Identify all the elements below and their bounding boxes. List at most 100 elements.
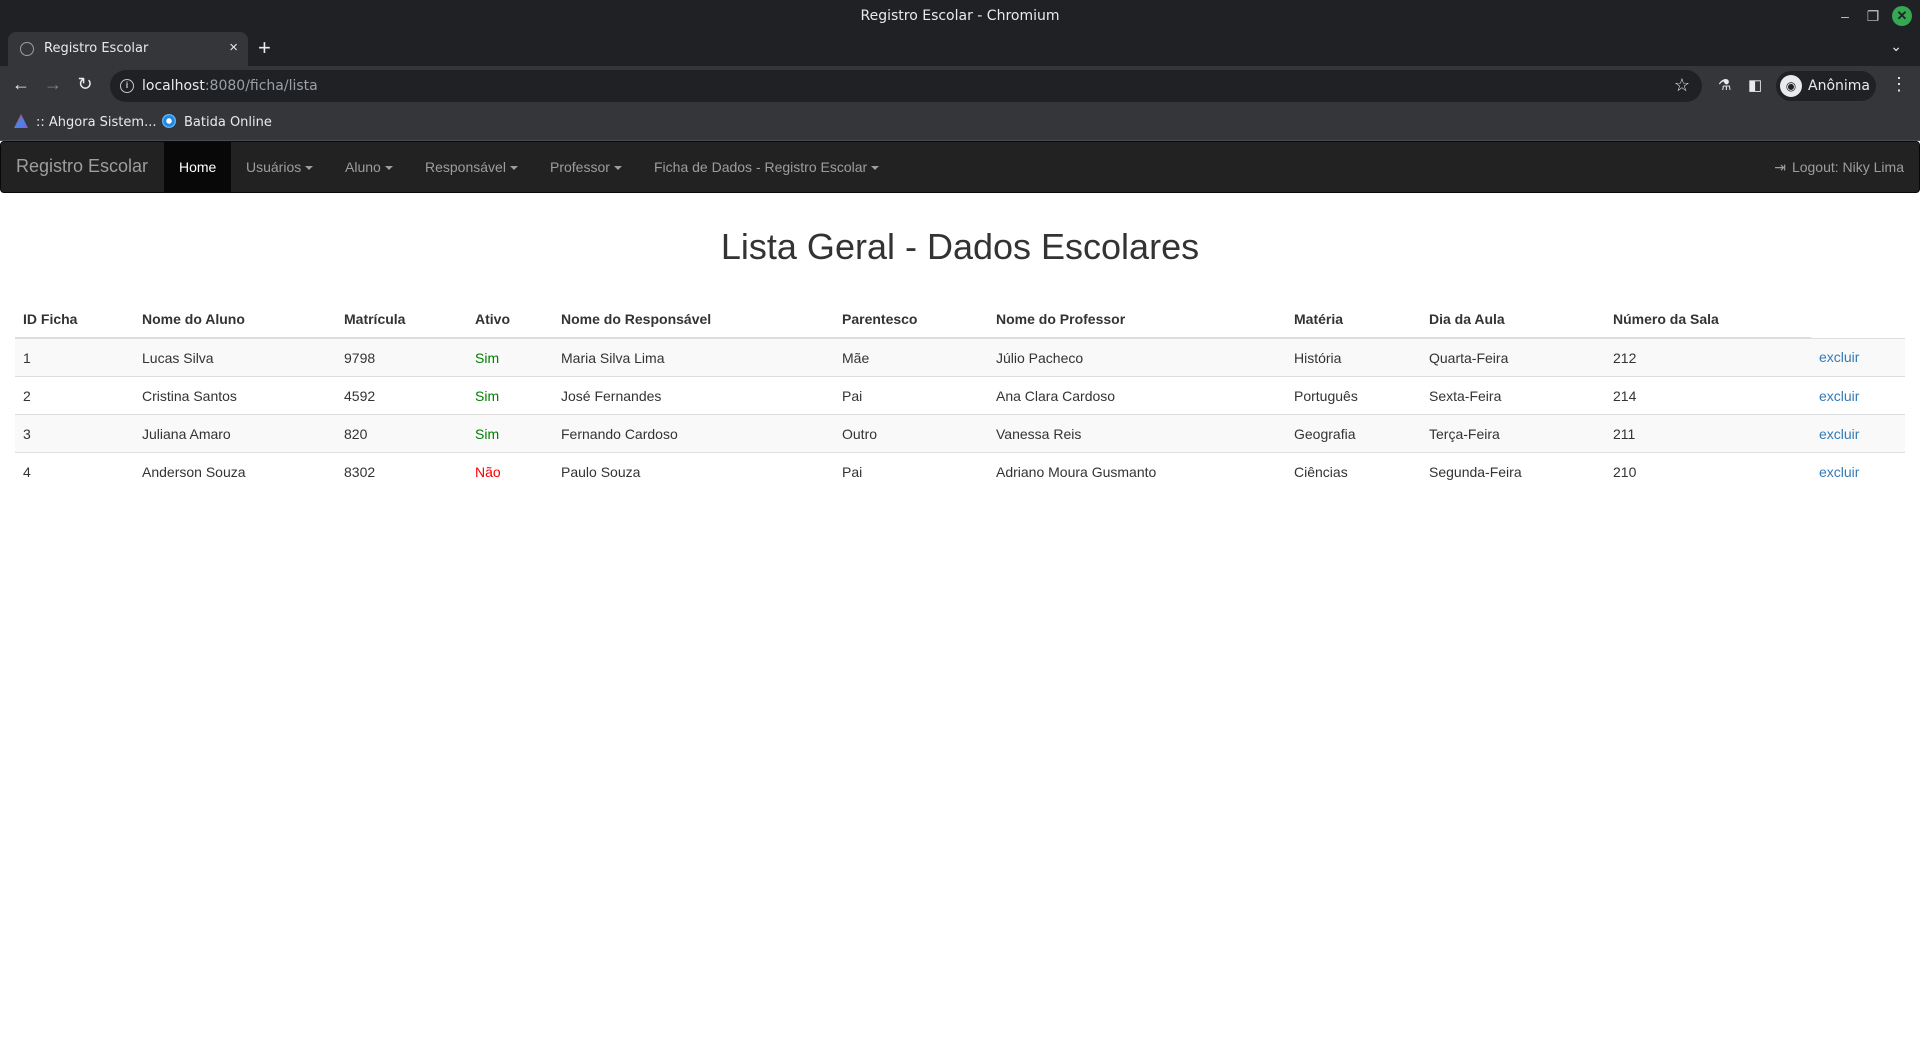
url-text[interactable]: localhost:8080/ficha/lista [142, 78, 318, 94]
column-header: Matrícula [336, 300, 467, 339]
side-panel-icon[interactable]: ◧ [1748, 76, 1762, 94]
cell-professor: Adriano Moura Gusmanto [988, 452, 1286, 490]
cell-dia: Segunda-Feira [1421, 452, 1605, 490]
column-header: Nome do Responsável [553, 300, 834, 339]
cell-ativo: Sim [467, 337, 553, 377]
tab-close-icon[interactable]: × [229, 39, 238, 56]
cell-professor: Vanessa Reis [988, 414, 1286, 453]
chevron-down-icon[interactable]: ⌄ [1890, 38, 1902, 55]
cell-ativo: Sim [467, 376, 553, 415]
batida-logo-icon [162, 114, 176, 128]
cell-materia: Geografia [1286, 414, 1421, 453]
maximize-icon[interactable]: ❐ [1863, 6, 1883, 26]
table-row: 2 Cristina Santos 4592 Sim José Fernande… [15, 376, 1905, 415]
cell-dia: Quarta-Feira [1421, 337, 1605, 377]
cell-sala: 214 [1605, 376, 1811, 415]
profile-button[interactable]: ◉ Anônima [1776, 71, 1876, 101]
bookmark-star-icon[interactable]: ☆ [1674, 75, 1690, 96]
delete-link[interactable]: excluir [1819, 426, 1859, 442]
globe-icon [20, 42, 34, 56]
tab-strip: Registro Escolar × + ⌄ [0, 32, 1920, 66]
logout-link[interactable]: ⇥ Logout: Niky Lima [1774, 142, 1904, 192]
cell-aluno: Juliana Amaro [134, 414, 336, 453]
cell-sala: 211 [1605, 414, 1811, 453]
cell-materia: Ciências [1286, 452, 1421, 490]
cell-aluno: Lucas Silva [134, 337, 336, 377]
nav-item-professor[interactable]: Professor [535, 142, 637, 192]
cell-responsavel: Paulo Souza [553, 452, 834, 490]
cell-id: 1 [15, 337, 134, 377]
cell-responsavel: Maria Silva Lima [553, 337, 834, 377]
nav-item-ficha-de-dados[interactable]: Ficha de Dados - Registro Escolar [639, 142, 894, 192]
nav-item-responsavel[interactable]: Responsável [410, 142, 533, 192]
profile-name: Anônima [1808, 78, 1870, 94]
cell-parentesco: Mãe [834, 337, 988, 377]
caret-down-icon [509, 166, 518, 171]
cell-matricula: 8302 [336, 452, 467, 490]
data-table: ID Ficha Nome do Aluno Matrícula Ativo N… [15, 300, 1905, 490]
cell-id: 3 [15, 414, 134, 453]
cell-ativo: Sim [467, 414, 553, 453]
column-header: Matéria [1286, 300, 1421, 339]
column-header: ID Ficha [15, 300, 134, 339]
delete-link[interactable]: excluir [1819, 464, 1859, 480]
bookmark-ahgora[interactable]: :: Ahgora Sistem... [14, 114, 156, 130]
cell-dia: Sexta-Feira [1421, 376, 1605, 415]
top-navbar: Registro Escolar Home Usuários Aluno Res… [0, 141, 1920, 193]
page-content: Registro Escolar Home Usuários Aluno Res… [0, 141, 1920, 1040]
new-tab-button[interactable]: + [258, 35, 271, 61]
forward-arrow-icon[interactable]: → [41, 74, 65, 95]
cell-sala: 212 [1605, 337, 1811, 377]
cell-parentesco: Pai [834, 376, 988, 415]
cell-materia: História [1286, 337, 1421, 377]
caret-down-icon [305, 166, 314, 171]
tab-registro-escolar[interactable]: Registro Escolar × [8, 32, 248, 66]
browser-toolbar: ← → ↻ i localhost:8080/ficha/lista ☆ ⚗ ◧… [0, 66, 1920, 106]
tab-title: Registro Escolar [44, 41, 149, 56]
delete-link[interactable]: excluir [1819, 349, 1859, 365]
minimize-icon[interactable]: – [1835, 6, 1855, 26]
info-icon[interactable]: i [120, 79, 134, 93]
address-bar[interactable]: i localhost:8080/ficha/lista ☆ [110, 70, 1702, 102]
column-header-actions [1811, 300, 1905, 338]
column-header: Ativo [467, 300, 553, 339]
cell-responsavel: Fernando Cardoso [553, 414, 834, 453]
reload-icon[interactable]: ↻ [73, 74, 97, 95]
cell-materia: Português [1286, 376, 1421, 415]
close-window-icon[interactable]: ✕ [1892, 6, 1912, 26]
caret-down-icon [384, 166, 393, 171]
window-title: Registro Escolar - Chromium [860, 8, 1060, 24]
ahgora-logo-icon [14, 114, 28, 128]
nav-item-usuarios[interactable]: Usuários [231, 142, 328, 192]
delete-link[interactable]: excluir [1819, 388, 1859, 404]
column-header: Dia da Aula [1421, 300, 1605, 339]
table-header-row: ID Ficha Nome do Aluno Matrícula Ativo N… [15, 300, 1905, 339]
cell-id: 4 [15, 452, 134, 490]
nav-item-home[interactable]: Home [164, 142, 232, 192]
cell-sala: 210 [1605, 452, 1811, 490]
cell-matricula: 820 [336, 414, 467, 453]
caret-down-icon [613, 166, 622, 171]
cell-aluno: Anderson Souza [134, 452, 336, 490]
column-header: Número da Sala [1605, 300, 1811, 339]
bookmark-batida-online[interactable]: Batida Online [162, 114, 272, 130]
cell-matricula: 9798 [336, 337, 467, 377]
page-title: Lista Geral - Dados Escolares [720, 226, 1200, 267]
table-row: 4 Anderson Souza 8302 Não Paulo Souza Pa… [15, 452, 1905, 490]
table-row: 1 Lucas Silva 9798 Sim Maria Silva Lima … [15, 337, 1905, 377]
column-header: Parentesco [834, 300, 988, 339]
flask-icon[interactable]: ⚗ [1718, 76, 1731, 94]
cell-id: 2 [15, 376, 134, 415]
more-menu-icon[interactable]: ⋮ [1890, 74, 1908, 95]
cell-ativo: Não [467, 452, 553, 490]
logout-icon: ⇥ [1774, 159, 1786, 175]
cell-professor: Ana Clara Cardoso [988, 376, 1286, 415]
cell-responsavel: José Fernandes [553, 376, 834, 415]
window-titlebar: Registro Escolar - Chromium – ❐ ✕ [0, 0, 1920, 32]
nav-item-aluno[interactable]: Aluno [330, 142, 408, 192]
table-row: 3 Juliana Amaro 820 Sim Fernando Cardoso… [15, 414, 1905, 453]
back-arrow-icon[interactable]: ← [9, 74, 33, 95]
navbar-brand[interactable]: Registro Escolar [16, 156, 148, 177]
cell-parentesco: Pai [834, 452, 988, 490]
cell-dia: Terça-Feira [1421, 414, 1605, 453]
